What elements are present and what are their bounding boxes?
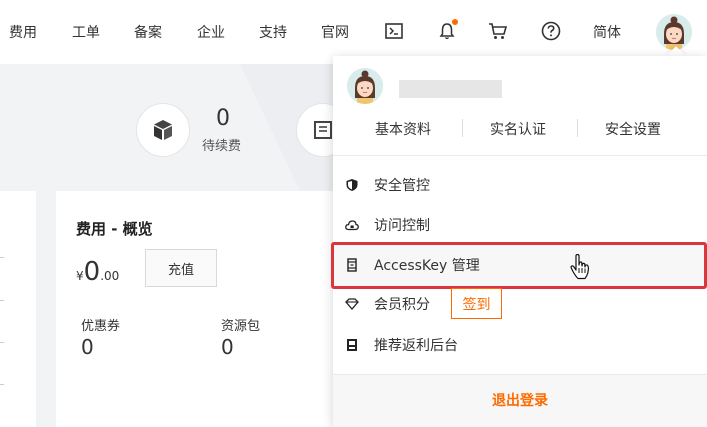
rebate-icon [345, 338, 359, 352]
sign-in-button[interactable]: 签到 [451, 288, 502, 319]
dropdown-avatar [347, 68, 383, 104]
menu-item-referral-rebate[interactable]: 推荐返利后台 [345, 330, 685, 360]
user-avatar[interactable] [656, 14, 692, 50]
nav-support[interactable]: 支持 [259, 22, 287, 42]
renew-count: 0 [216, 106, 230, 131]
side-card [0, 191, 36, 427]
hand-pointer-cursor-icon [569, 253, 591, 280]
nav-icp-filing[interactable]: 备案 [134, 22, 162, 42]
diamond-icon [345, 297, 359, 311]
profile-link-real-name[interactable]: 实名认证 [490, 119, 546, 139]
renew-label: 待续费 [202, 139, 242, 154]
terminal-icon[interactable] [383, 20, 405, 42]
card-title: 费用 - 概览 [76, 220, 153, 238]
coupon-value: 0 [81, 335, 94, 359]
profile-link-basic-info[interactable]: 基本资料 [375, 119, 431, 139]
billing-overview-card: 费用 - 概览 ¥0.00 充值 优惠券 0 资源包 0 [56, 191, 346, 427]
notification-dot [452, 19, 458, 25]
divider [577, 119, 578, 137]
shield-icon [345, 178, 359, 192]
profile-link-security-settings[interactable]: 安全设置 [605, 119, 661, 139]
resource-package-value: 0 [221, 335, 234, 359]
menu-item-member-points[interactable]: 会员积分 [345, 289, 685, 319]
key-icon [345, 258, 359, 272]
divider [333, 155, 707, 156]
account-balance: ¥0.00 [76, 257, 120, 287]
cloud-lock-icon [345, 218, 359, 232]
recharge-button[interactable]: 充值 [145, 249, 217, 287]
menu-item-access-control[interactable]: 访问控制 [345, 210, 685, 240]
divider [462, 119, 463, 137]
resource-package-label[interactable]: 资源包 [221, 315, 260, 334]
username-redacted [399, 80, 502, 98]
logout-button[interactable]: 退出登录 [333, 390, 707, 410]
nav-enterprise[interactable]: 企业 [197, 22, 225, 42]
top-navbar: 费用 工单 备案 企业 支持 官网 简体 [0, 0, 707, 64]
help-icon[interactable] [540, 20, 562, 42]
menu-item-security-control[interactable]: 安全管控 [345, 170, 685, 200]
cart-icon[interactable] [487, 20, 509, 42]
language-switch[interactable]: 简体 [593, 22, 621, 42]
nav-billing[interactable]: 费用 [9, 22, 37, 42]
bell-icon[interactable] [436, 19, 458, 42]
nav-tickets[interactable]: 工单 [72, 22, 100, 42]
renew-cube-icon[interactable] [136, 103, 190, 157]
menu-item-accesskey-management[interactable]: AccessKey 管理 [345, 250, 685, 280]
nav-official-site[interactable]: 官网 [321, 22, 349, 42]
coupon-label[interactable]: 优惠券 [81, 315, 120, 334]
